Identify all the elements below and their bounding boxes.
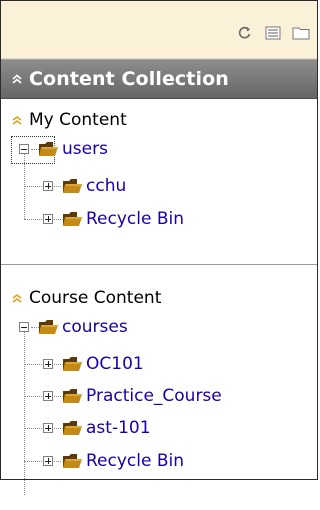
node-label-recycle-bin[interactable]: Recycle Bin [86, 451, 184, 471]
tree-connector [24, 219, 42, 220]
expand-toggle-icon[interactable] [43, 423, 53, 433]
folder-view-icon[interactable] [287, 23, 315, 43]
folder-icon [62, 452, 84, 470]
node-label-practice-course[interactable]: Practice_Course [86, 386, 222, 406]
tree-connector [24, 332, 25, 495]
my-content-title: My Content [29, 110, 127, 130]
expand-toggle-icon[interactable] [43, 214, 53, 224]
folder-icon [62, 210, 84, 228]
collapse-chevron-up-icon [9, 71, 25, 87]
content-collection-title: Content Collection [29, 68, 229, 90]
tree-connector [24, 396, 42, 397]
tree-node-oc101: OC101 [43, 352, 144, 376]
course-content-section: Course Content courses OC101 Practice_Co… [1, 286, 317, 510]
expand-toggle-icon[interactable] [43, 391, 53, 401]
folder-open-icon [38, 318, 60, 336]
collapse-toggle-icon[interactable] [19, 144, 29, 154]
folder-icon [62, 387, 84, 405]
expand-toggle-icon[interactable] [43, 359, 53, 369]
node-label-ast-101[interactable]: ast-101 [86, 418, 151, 438]
toolbar [1, 1, 317, 59]
tree-node-courses: courses [19, 315, 128, 339]
my-content-section: My Content users cchu Recycle Bin [1, 108, 317, 282]
content-collection-header[interactable]: Content Collection [1, 59, 317, 99]
content-collection-panel: Content Collection My Content users cchu… [0, 0, 318, 495]
collapse-toggle-icon[interactable] [19, 322, 29, 332]
tree-connector [24, 428, 42, 429]
tree-node-users: users [19, 137, 108, 161]
my-content-tree: users cchu Recycle Bin [1, 132, 317, 252]
expand-toggle-icon[interactable] [43, 456, 53, 466]
expand-toggle-icon[interactable] [43, 181, 53, 191]
tree-node-recycle-bin: Recycle Bin [43, 449, 184, 473]
node-label-cchu[interactable]: cchu [86, 176, 126, 196]
tree-node-ast-101: ast-101 [43, 416, 151, 440]
folder-icon [62, 177, 84, 195]
node-label-courses[interactable]: courses [62, 317, 128, 337]
tree-node-cchu: cchu [43, 174, 126, 198]
tree-node-recycle-bin: Recycle Bin [43, 207, 184, 231]
course-content-title: Course Content [29, 288, 162, 308]
node-label-recycle-bin[interactable]: Recycle Bin [86, 209, 184, 229]
tree-connector [24, 461, 42, 462]
node-label-users[interactable]: users [62, 139, 108, 159]
my-content-heading[interactable]: My Content [1, 108, 317, 132]
refresh-icon[interactable] [231, 23, 259, 43]
folder-icon [62, 355, 84, 373]
section-divider [1, 264, 317, 265]
list-view-icon[interactable] [259, 23, 287, 43]
tree-connector [24, 186, 42, 187]
tree-connector [24, 364, 42, 365]
tree-node-practice-course: Practice_Course [43, 384, 222, 408]
toolbar-icons [231, 23, 315, 43]
node-label-oc101[interactable]: OC101 [86, 354, 144, 374]
folder-icon [62, 419, 84, 437]
chevron-up-icon [9, 112, 25, 128]
course-content-heading[interactable]: Course Content [1, 286, 317, 310]
course-content-tree: courses OC101 Practice_Course ast-101 Re… [1, 310, 317, 510]
chevron-up-icon [9, 290, 25, 306]
folder-open-icon [38, 140, 60, 158]
